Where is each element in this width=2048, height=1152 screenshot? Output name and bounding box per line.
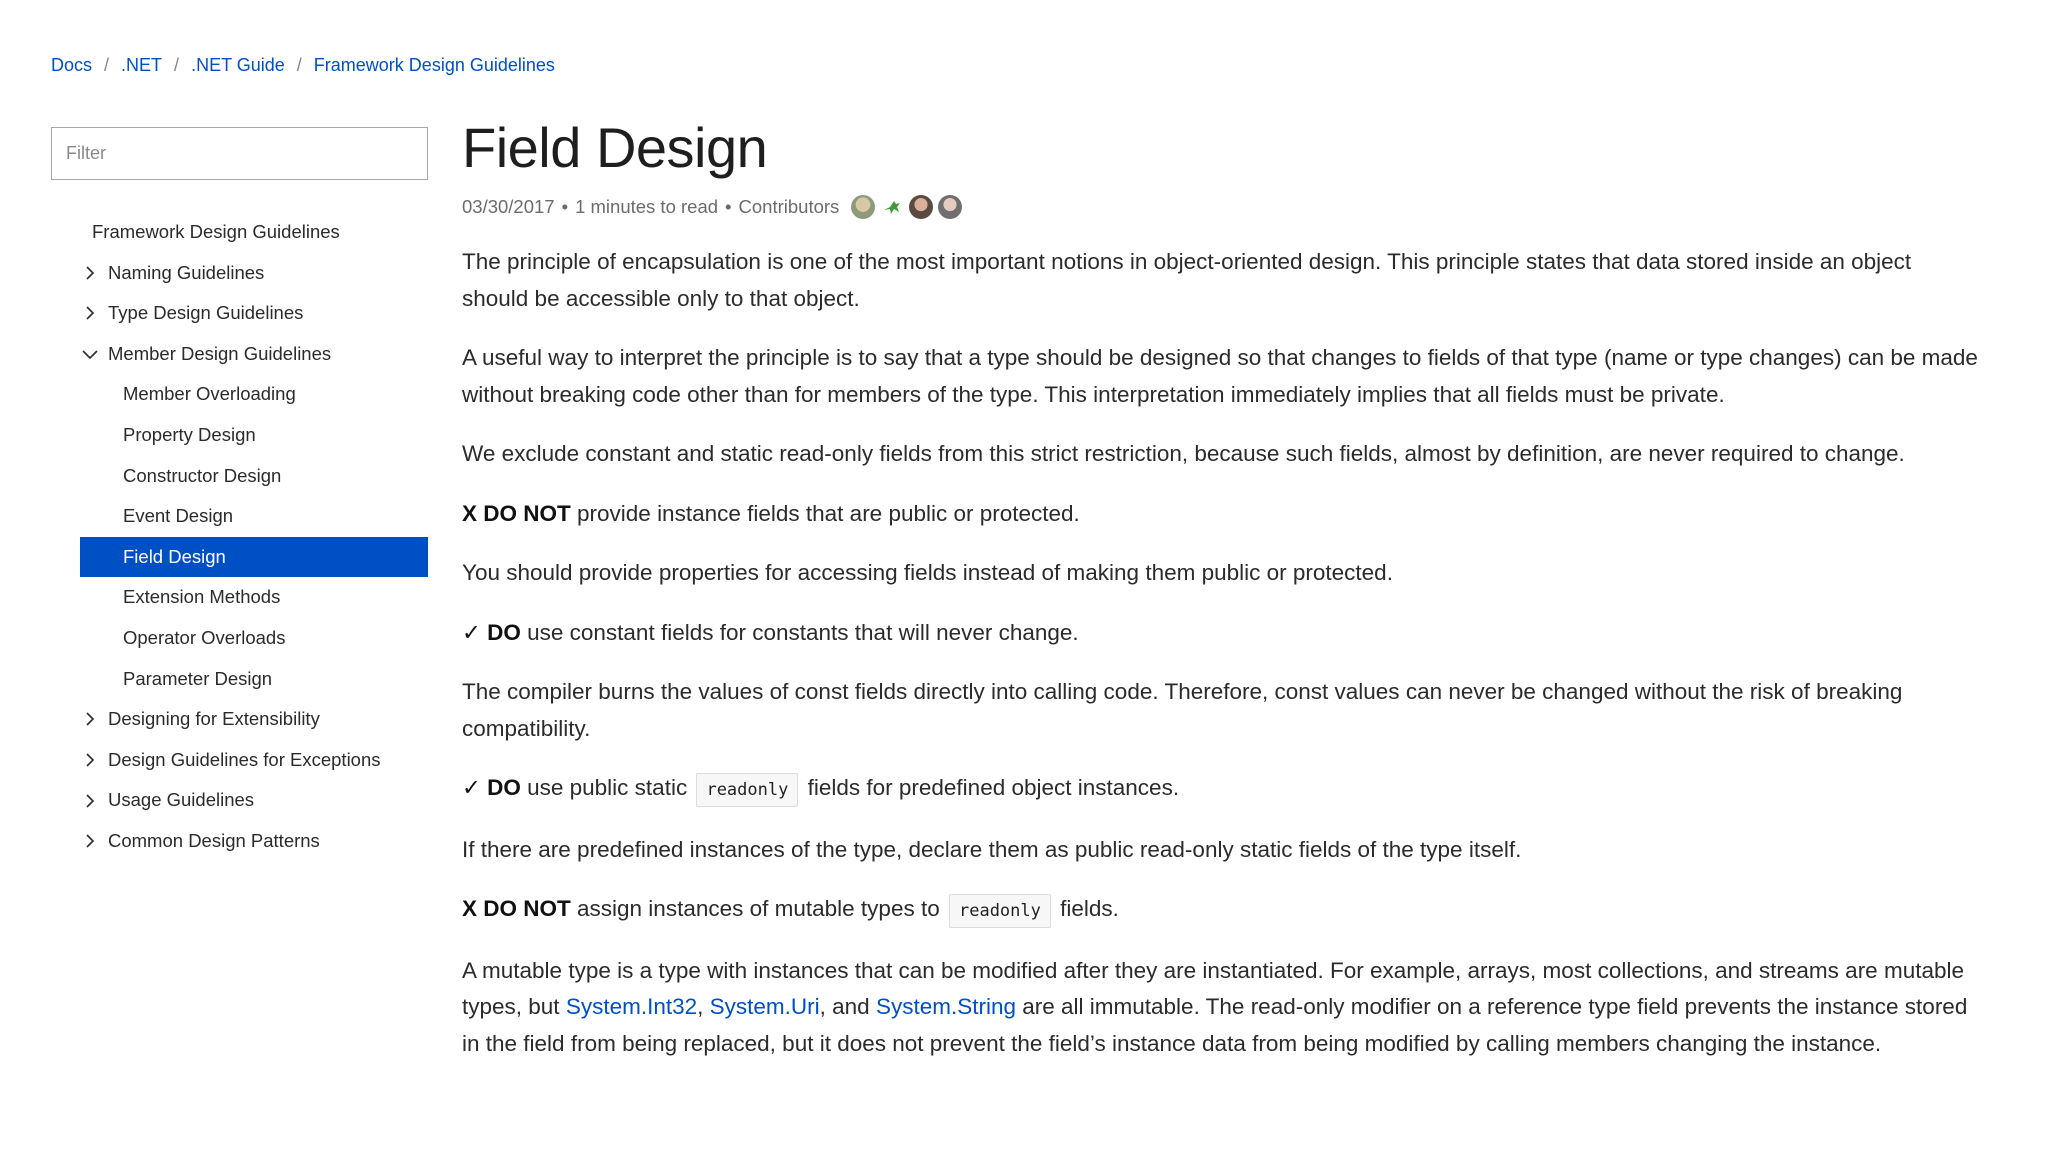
table-of-contents: Framework Design Guidelines Naming Guidel… [80, 212, 428, 862]
breadcrumb-docs[interactable]: Docs [51, 52, 92, 78]
sidebar-item-label: Property Design [123, 423, 256, 445]
guideline-do-not: X DO NOT provide instance fields that ar… [462, 496, 1982, 533]
chevron-right-icon[interactable] [82, 780, 98, 821]
sidebar-item-label: Event Design [123, 505, 234, 527]
sidebar-item-framework-design-guidelines[interactable]: Framework Design Guidelines [80, 212, 428, 253]
article-body: The principle of encapsulation is one of… [462, 244, 1982, 1062]
sidebar-item-label: Type Design Guidelines [108, 302, 304, 324]
sidebar-item-label: Operator Overloads [123, 626, 286, 648]
sidebar-item-label: Member Overloading [123, 383, 296, 405]
paragraph-text: , and [819, 994, 876, 1019]
sidebar-item-member-overloading[interactable]: Member Overloading [80, 374, 428, 415]
paragraph: The principle of encapsulation is one of… [462, 249, 1912, 311]
breadcrumb-separator: / [104, 55, 110, 75]
paragraph: You should provide properties for access… [462, 560, 1393, 585]
avatar[interactable] [909, 195, 934, 219]
guideline-do: ✓ DO use constant fields for constants t… [462, 615, 1982, 652]
guideline-marker: X DO NOT [462, 896, 571, 921]
guideline-do: ✓ DO use public static readonly fields f… [462, 770, 1982, 809]
paragraph: The compiler burns the values of const f… [462, 679, 1903, 741]
guideline-text: fields. [1053, 896, 1119, 921]
chevron-right-icon[interactable] [82, 253, 98, 294]
avatar[interactable] [938, 195, 963, 219]
article: Field Design 03/30/2017 • 1 minutes to r… [462, 112, 1982, 1090]
breadcrumb: Docs / .NET / .NET Guide / Framework Des… [51, 52, 555, 78]
sidebar-item-label: Designing for Extensibility [108, 708, 320, 730]
guideline-do-not: X DO NOT assign instances of mutable typ… [462, 891, 1982, 930]
inline-code: readonly [696, 773, 799, 807]
link-system-string[interactable]: System.String [876, 994, 1016, 1019]
dino-avatar-icon [884, 201, 901, 214]
sidebar-item-label: Common Design Patterns [108, 829, 320, 851]
chevron-right-icon[interactable] [82, 699, 98, 740]
sidebar-item-type-design-guidelines[interactable]: Type Design Guidelines [80, 293, 428, 334]
read-time: 1 minutes to read [575, 196, 719, 217]
chevron-right-icon[interactable] [82, 740, 98, 781]
sidebar-item-field-design[interactable]: Field Design [80, 536, 428, 578]
sidebar-item-label: Usage Guidelines [108, 789, 255, 811]
guideline-text: fields for predefined object instances. [801, 775, 1180, 800]
sidebar-item-extension-methods[interactable]: Extension Methods [80, 577, 428, 618]
breadcrumb-framework-design-guidelines[interactable]: Framework Design Guidelines [314, 52, 555, 78]
meta-bullet: • [725, 196, 732, 217]
article-date: 03/30/2017 [462, 196, 555, 217]
guideline-text: use constant fields for constants that w… [520, 619, 1079, 645]
bottom-fade [0, 1088, 2048, 1152]
avatar[interactable] [880, 195, 905, 219]
sidebar-item-parameter-design[interactable]: Parameter Design [80, 659, 428, 700]
sidebar-item-operator-overloads[interactable]: Operator Overloads [80, 618, 428, 659]
sidebar-item-naming-guidelines[interactable]: Naming Guidelines [80, 253, 428, 294]
link-system-int32[interactable]: System.Int32 [566, 994, 697, 1019]
sidebar-item-label: Field Design [123, 545, 226, 567]
sidebar-item-label: Design Guidelines for Exceptions [108, 748, 381, 770]
paragraph: If there are predefined instances of the… [462, 836, 1522, 862]
guideline-text: use public static [520, 775, 694, 800]
contributor-avatars [851, 195, 963, 219]
meta-bullet: • [561, 196, 569, 217]
sidebar-item-label: Parameter Design [123, 667, 273, 689]
link-system-uri[interactable]: System.Uri [710, 994, 820, 1019]
filter-input[interactable] [51, 127, 428, 180]
sidebar-item-label: Extension Methods [123, 586, 281, 608]
breadcrumb-dotnet[interactable]: .NET [121, 52, 162, 78]
article-meta: 03/30/2017 • 1 minutes to read • Contrib… [462, 194, 1982, 220]
sidebar-item-design-guidelines-for-exceptions[interactable]: Design Guidelines for Exceptions [80, 740, 428, 781]
sidebar-item-label: Member Design Guidelines [108, 342, 332, 364]
contributors-label: Contributors [738, 196, 840, 217]
sidebar-item-label: Naming Guidelines [108, 261, 265, 283]
guideline-marker: ✓ DO [462, 619, 521, 645]
guideline-text: assign instances of mutable types to [570, 896, 946, 921]
docs-page: Docs / .NET / .NET Guide / Framework Des… [0, 0, 2048, 1152]
guideline-marker: X DO NOT [462, 500, 571, 526]
breadcrumb-separator: / [296, 55, 302, 75]
sidebar-item-property-design[interactable]: Property Design [80, 415, 428, 456]
sidebar-item-member-design-guidelines[interactable]: Member Design Guidelines [80, 334, 428, 375]
chevron-down-icon[interactable] [82, 334, 98, 375]
page-title: Field Design [462, 116, 768, 179]
sidebar-item-constructor-design[interactable]: Constructor Design [80, 456, 428, 497]
sidebar-item-common-design-patterns[interactable]: Common Design Patterns [80, 821, 428, 862]
chevron-right-icon[interactable] [82, 821, 98, 862]
guideline-marker: ✓ DO [462, 775, 521, 800]
breadcrumb-separator: / [174, 55, 180, 75]
sidebar-item-label: Constructor Design [123, 464, 282, 486]
guideline-text: provide instance fields that are public … [570, 500, 1080, 526]
paragraph-text: , [697, 994, 710, 1019]
sidebar-item-usage-guidelines[interactable]: Usage Guidelines [80, 780, 428, 821]
sidebar: Framework Design Guidelines Naming Guidel… [51, 127, 428, 851]
chevron-right-icon[interactable] [82, 293, 98, 334]
paragraph: A useful way to interpret the principle … [462, 345, 1978, 407]
paragraph: We exclude constant and static read-only… [462, 441, 1905, 466]
paragraph: A mutable type is a type with instances … [462, 953, 1982, 1063]
inline-code: readonly [948, 894, 1051, 928]
sidebar-item-designing-for-extensibility[interactable]: Designing for Extensibility [80, 699, 428, 740]
breadcrumb-dotnet-guide[interactable]: .NET Guide [191, 52, 285, 78]
avatar[interactable] [851, 195, 876, 219]
sidebar-item-event-design[interactable]: Event Design [80, 496, 428, 537]
sidebar-item-label: Framework Design Guidelines [92, 221, 340, 242]
